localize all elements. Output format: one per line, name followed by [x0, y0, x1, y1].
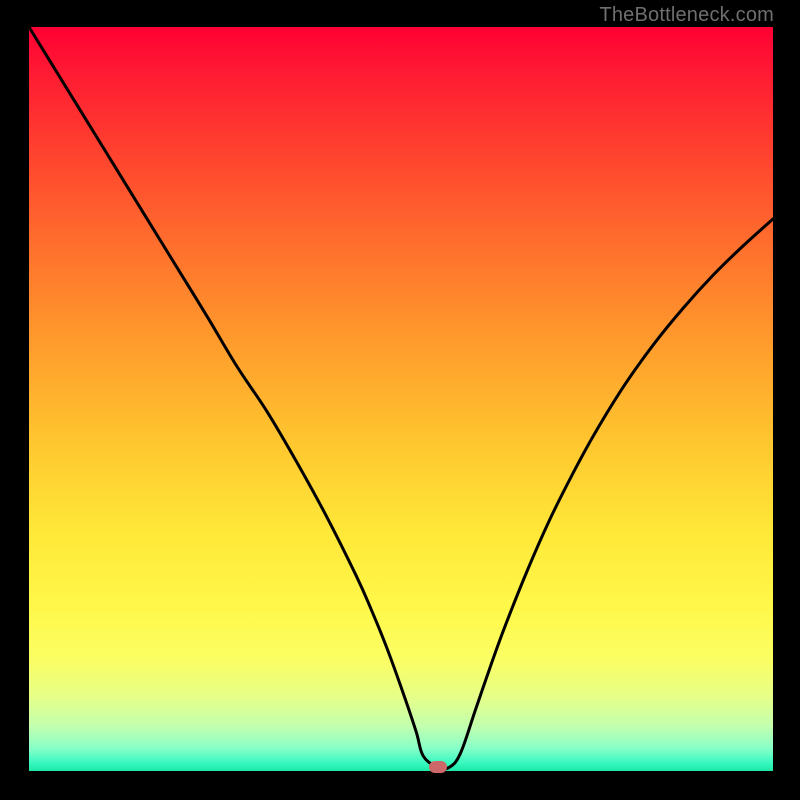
attribution-text: TheBottleneck.com	[599, 4, 774, 27]
bottleneck-curve	[29, 27, 773, 769]
chart-plot-area	[27, 27, 773, 773]
curve-svg	[29, 27, 773, 771]
minimum-marker	[429, 761, 447, 773]
chart-frame: TheBottleneck.com	[0, 0, 800, 800]
